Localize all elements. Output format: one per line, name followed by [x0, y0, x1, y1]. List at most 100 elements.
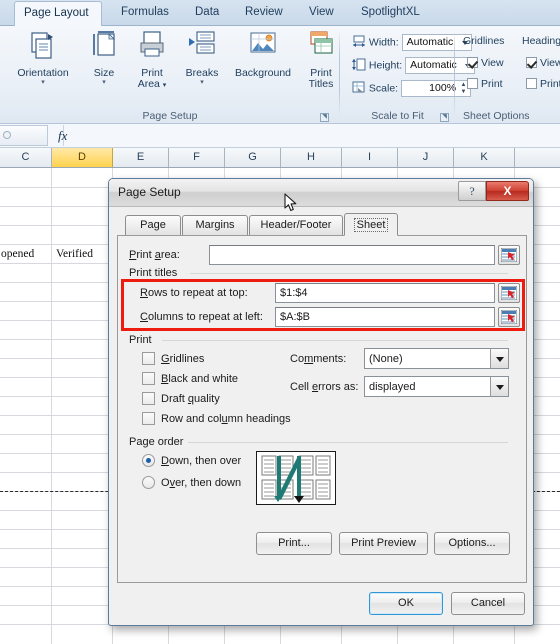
print-button[interactable]: Print...: [256, 532, 332, 555]
chevron-down-icon: ▾: [200, 79, 204, 86]
down-then-over-radio[interactable]: [142, 454, 155, 467]
column-header-g[interactable]: G: [225, 148, 281, 167]
dialog-tab-header-footer[interactable]: Header/Footer: [249, 215, 343, 235]
cell-d-value[interactable]: Verified: [56, 248, 93, 260]
checkbox-label: View: [481, 57, 504, 69]
chevron-down-icon[interactable]: [490, 349, 508, 368]
ribbon-button-print-area[interactable]: Print Area ▾: [127, 29, 177, 91]
ok-button-label: OK: [398, 597, 414, 609]
comments-label: Comments:: [290, 353, 347, 365]
dialog-tab-label: Margins: [195, 219, 235, 231]
draft-quality-checkbox[interactable]: [142, 392, 155, 405]
gridlines-checkbox[interactable]: [142, 352, 155, 365]
ribbon-button-print-titles[interactable]: Print Titles: [300, 29, 342, 90]
print-area-label: Print area:: [129, 249, 180, 261]
column-header-j[interactable]: J: [398, 148, 454, 167]
gridlines-print-checkbox[interactable]: Print: [467, 78, 503, 90]
headings-print-checkbox[interactable]: Print: [526, 78, 560, 90]
gridlines-view-checkbox[interactable]: View: [467, 57, 504, 69]
headings-view-checkbox[interactable]: View: [526, 57, 560, 69]
column-header-f[interactable]: F: [169, 148, 225, 167]
row-column-headings-checkbox[interactable]: [142, 412, 155, 425]
comments-select[interactable]: (None): [364, 348, 509, 369]
print-titles-group-label: Print titles: [129, 267, 182, 279]
ribbon-tab-formulas[interactable]: Formulas: [112, 2, 178, 26]
ribbon-group-label: Page Setup: [142, 110, 198, 122]
group-divider: [188, 442, 508, 443]
page-setup-dialog-launcher[interactable]: ◥: [320, 113, 329, 122]
scale-width-label: Width:: [368, 36, 399, 49]
ribbon-tab-strip: Page Layout Formulas Data Review View Sp…: [0, 0, 560, 27]
collapse-dialog-icon[interactable]: [498, 245, 520, 265]
checkbox-icon: [467, 78, 478, 89]
cancel-button[interactable]: Cancel: [451, 592, 525, 615]
ribbon-tab-data[interactable]: Data: [186, 2, 228, 26]
chevron-down-icon[interactable]: [490, 377, 508, 396]
column-label: K: [480, 151, 488, 163]
ribbon-group-label: Scale to Fit: [371, 110, 424, 122]
column-header-h[interactable]: H: [281, 148, 342, 167]
page-order-group-label: Page order: [129, 436, 188, 448]
column-header-k[interactable]: K: [454, 148, 515, 167]
dialog-tab-page-sheet: Print area: Print titles Rows to repeat …: [117, 235, 527, 583]
scale-to-fit-dialog-launcher[interactable]: ◥: [440, 113, 449, 122]
print-titles-highlight: [121, 279, 525, 331]
options-button[interactable]: Options...: [434, 532, 510, 555]
column-label: J: [422, 151, 429, 163]
dialog-tab-label: Sheet: [353, 218, 389, 232]
print-preview-button-label: Print Preview: [351, 537, 416, 549]
dialog-tab-label: Header/Footer: [260, 219, 332, 231]
size-icon: [82, 29, 126, 66]
dialog-tab-sheet[interactable]: Sheet: [344, 213, 398, 236]
column-header-e[interactable]: E: [113, 148, 169, 167]
page-order-preview-icon: [256, 451, 336, 505]
scale-icon: [352, 81, 366, 97]
dialog-title: Page Setup: [118, 185, 181, 199]
ribbon-tab-page-layout[interactable]: Page Layout: [14, 1, 102, 27]
column-header-d[interactable]: D: [52, 148, 113, 167]
width-icon: [352, 35, 366, 51]
name-box-icon: [3, 131, 11, 139]
dialog-title-bar[interactable]: Page Setup ? X: [109, 179, 533, 207]
print-area-input[interactable]: [209, 245, 495, 265]
column-header-i[interactable]: I: [342, 148, 398, 167]
gridlines-checkbox-label: Gridlines: [161, 353, 205, 365]
page-setup-dialog: Page Setup ? X Page Margins Header/Foote…: [108, 178, 534, 626]
black-and-white-checkbox[interactable]: [142, 372, 155, 385]
formula-input[interactable]: [70, 127, 558, 145]
over-then-down-radio[interactable]: [142, 476, 155, 489]
cancel-button-label: Cancel: [470, 597, 506, 609]
cell-errors-select[interactable]: displayed: [364, 376, 509, 397]
column-header-c[interactable]: C: [0, 148, 52, 167]
ribbon-button-label: Orientation: [17, 67, 69, 79]
ribbon-button-breaks[interactable]: Breaks ▾: [178, 29, 226, 87]
dialog-tab-margins[interactable]: Margins: [182, 215, 248, 235]
black-and-white-checkbox-label: Black and white: [161, 373, 239, 385]
ok-button[interactable]: OK: [369, 592, 443, 615]
ribbon-tab-view[interactable]: View: [300, 2, 343, 26]
ribbon-button-size[interactable]: Size ▾: [82, 29, 126, 87]
help-icon[interactable]: ?: [458, 181, 486, 201]
height-icon: [352, 58, 366, 74]
close-icon[interactable]: X: [486, 181, 529, 201]
cell-c-value[interactable]: opened: [1, 248, 34, 260]
ribbon-group-page-setup: Orientation ▾ Size ▾ Print Area ▾ Breaks…: [0, 26, 340, 124]
down-then-over-label: Down, then over: [161, 455, 242, 467]
ribbon-tab-spotlightxl[interactable]: SpotlightXL: [352, 2, 429, 26]
dialog-tab-label: Page: [140, 219, 166, 231]
dialog-tab-page[interactable]: Page: [125, 215, 181, 235]
ribbon-tab-label: Page Layout: [24, 7, 89, 19]
ribbon-tab-review[interactable]: Review: [236, 2, 292, 26]
scale-height-value: Automatic: [410, 59, 457, 71]
name-box[interactable]: [0, 125, 48, 146]
gridlines-column-header: Gridlines: [463, 35, 505, 47]
checkbox-label: Print: [481, 78, 503, 90]
scale-width-value: Automatic: [406, 36, 454, 48]
print-preview-button[interactable]: Print Preview: [339, 532, 428, 555]
scale-percent-label: Scale:: [368, 82, 399, 95]
ribbon-button-orientation[interactable]: Orientation ▾: [6, 29, 80, 87]
orientation-icon: [6, 29, 80, 66]
grid-line: [51, 168, 52, 644]
ribbon-button-background[interactable]: Background: [226, 29, 300, 79]
background-icon: [226, 29, 300, 66]
